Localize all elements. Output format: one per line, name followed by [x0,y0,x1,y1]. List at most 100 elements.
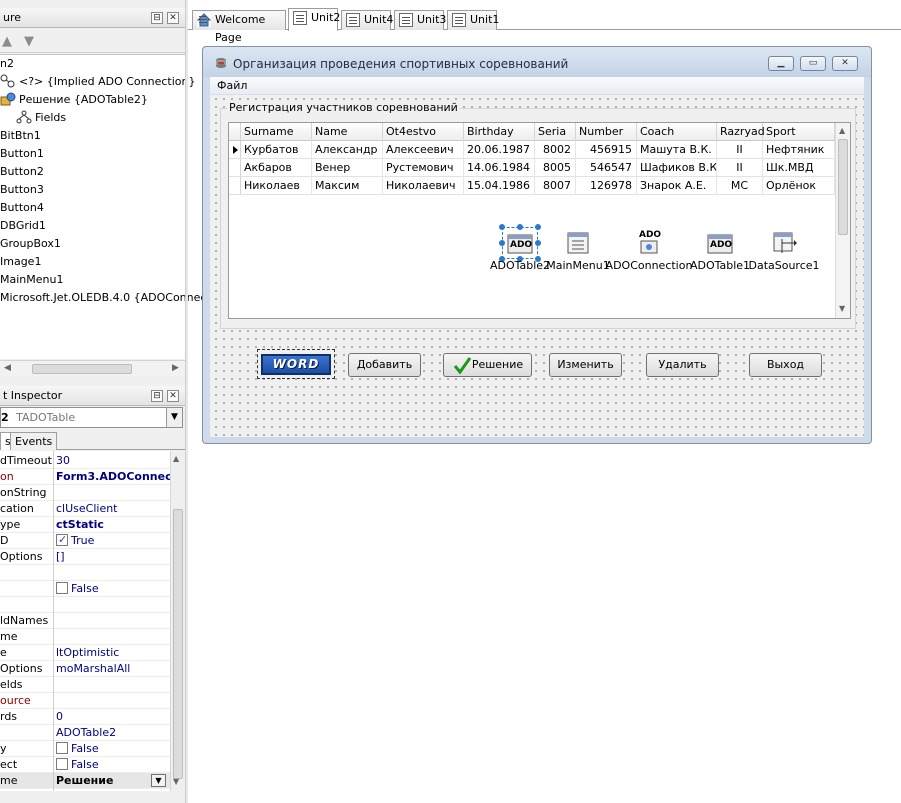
close-icon[interactable]: ✕ [832,56,858,71]
delete-button[interactable]: Удалить [646,353,719,377]
column-header[interactable]: Birthday [464,123,535,141]
tree-item[interactable]: DBGrid1 [0,217,46,235]
grid-cell[interactable]: II [717,141,763,159]
tree-item[interactable]: <?> {Implied ADO Connection} [0,73,195,91]
property-row[interactable]: e ltOptimistic [0,645,170,661]
column-header[interactable]: Razryad [717,123,765,141]
property-row[interactable]: onString [0,485,170,501]
close-icon[interactable]: ✕ [167,12,179,24]
grid-cell[interactable]: 8005 [535,159,576,177]
property-value[interactable]: True [56,533,170,549]
column-header[interactable]: Coach [637,123,717,141]
word-image-button[interactable]: WORD [257,349,335,379]
inspector-vscrollbar[interactable]: ▲ ▼ [170,451,185,791]
component-adotable2[interactable]: ADO ADOTable2 [490,224,550,272]
tree-item[interactable]: MainMenu1 [0,271,63,289]
property-row[interactable]: dTimeout 30 [0,453,170,469]
property-row[interactable]: D True [0,533,170,549]
scroll-down-icon[interactable]: ▼ [173,777,179,786]
property-column-divider[interactable] [53,451,54,791]
property-value[interactable]: moMarshalAll [56,661,170,677]
tree-item[interactable]: Fields [16,109,66,127]
grid-cell[interactable]: МС [717,177,763,195]
column-header[interactable]: Sport [763,123,835,141]
grid-vscrollbar[interactable]: ▲ ▼ [835,123,850,318]
property-value[interactable]: ctStatic [56,517,170,533]
form-titlebar[interactable]: Организация проведения спортивных соревн… [203,47,871,77]
grid-cell[interactable]: 456915 [576,141,637,159]
property-row[interactable]: 0 [0,789,170,791]
property-row[interactable]: ype ctStatic [0,517,170,533]
tab-welcome-page[interactable]: Welcome Page [192,10,286,44]
table-row[interactable]: Курбатов Александр Алексеевич 20.06.1987… [229,141,835,159]
arrow-up-icon[interactable]: ▲ [2,35,16,49]
close-icon[interactable]: ✕ [167,390,179,402]
grid-cell[interactable]: Николаевич [383,177,464,195]
property-row[interactable]: me [0,629,170,645]
property-value[interactable]: 30 [56,453,170,469]
checkbox[interactable] [56,742,68,754]
property-row[interactable]: False [0,581,170,597]
grid-cell[interactable]: Нефтяник [763,141,835,159]
tab-unit1[interactable]: Unit1 [447,10,499,30]
property-row-selected[interactable]: me Решение ▼ [0,773,170,789]
grid-cell[interactable]: Рустемович [383,159,464,177]
property-row[interactable]: ource [0,693,170,709]
scroll-right-icon[interactable]: ▶ [172,363,179,373]
tab-unit3[interactable]: Unit3 [394,10,446,30]
tree-item[interactable]: Microsoft.Jet.OLEDB.4.0 {ADOConnec [0,289,206,307]
property-value[interactable]: 0 [56,789,170,791]
exit-button[interactable]: Выход [749,353,822,377]
grid-cell[interactable]: Максим [312,177,383,195]
property-value[interactable]: ltOptimistic [56,645,170,661]
menu-file[interactable]: Файл [217,78,247,94]
grid-cell[interactable]: Венер [312,159,383,177]
tab-unit4[interactable]: Unit4 [341,10,393,30]
scroll-up-icon[interactable]: ▲ [173,454,179,463]
checkbox[interactable] [56,533,68,548]
grid-cell[interactable]: Орлёнок [763,177,835,195]
scroll-thumb[interactable] [173,509,183,779]
grid-cell[interactable]: Шк.МВД [763,159,835,177]
property-row[interactable]: on Form3.ADOConnecti [0,469,170,485]
column-header[interactable]: Number [576,123,637,141]
property-value[interactable]: False [56,741,170,757]
tree-item[interactable]: GroupBox1 [0,235,61,253]
tree-item[interactable]: BitBtn1 [0,127,41,145]
property-value[interactable]: False [56,581,170,597]
grid-cell[interactable]: 546547 [576,159,637,177]
add-button[interactable]: Добавить [348,353,421,377]
scroll-thumb[interactable] [32,364,132,374]
selection-handle[interactable] [535,240,541,246]
grid-cell[interactable]: II [717,159,763,177]
property-value[interactable]: False [56,757,170,773]
column-header[interactable]: Name [312,123,383,141]
tree-item[interactable]: n2 [0,55,14,73]
checkbox[interactable] [56,582,68,594]
scroll-up-icon[interactable]: ▲ [839,126,845,135]
property-row[interactable]: ect False [0,757,170,773]
selection-handle[interactable] [535,224,541,230]
grid-cell[interactable]: Николаев [241,177,312,195]
property-row[interactable]: Options [] [0,549,170,565]
property-row[interactable]: ADOTable2 [0,725,170,741]
grid-cell[interactable]: 8002 [535,141,576,159]
selection-handle[interactable] [517,224,523,230]
property-row[interactable]: ldNames [0,613,170,629]
column-header[interactable]: Ot4estvo [383,123,464,141]
property-row[interactable]: y False [0,741,170,757]
scroll-thumb[interactable] [838,139,848,235]
component-datasource1[interactable]: DataSource1 [748,231,820,272]
property-row[interactable] [0,565,170,581]
property-value[interactable]: ADOTable2 [56,725,170,741]
tree-item[interactable]: Button1 [0,145,44,163]
grid-cell[interactable]: Знарок А.Е. [637,177,717,195]
pin-icon[interactable]: ⊟ [151,12,163,24]
tab-events[interactable]: Events [10,432,58,450]
participants-grid[interactable]: Surname Name Ot4estvo Birthday Seria Num… [228,122,851,319]
property-value[interactable]: 0 [56,709,170,725]
component-mainmenu1[interactable]: MainMenu1 [546,231,610,272]
scroll-down-icon[interactable]: ▼ [839,304,845,313]
minimize-icon[interactable]: ▁ [768,56,794,71]
grid-cell[interactable]: Шафиков В.К. [637,159,717,177]
